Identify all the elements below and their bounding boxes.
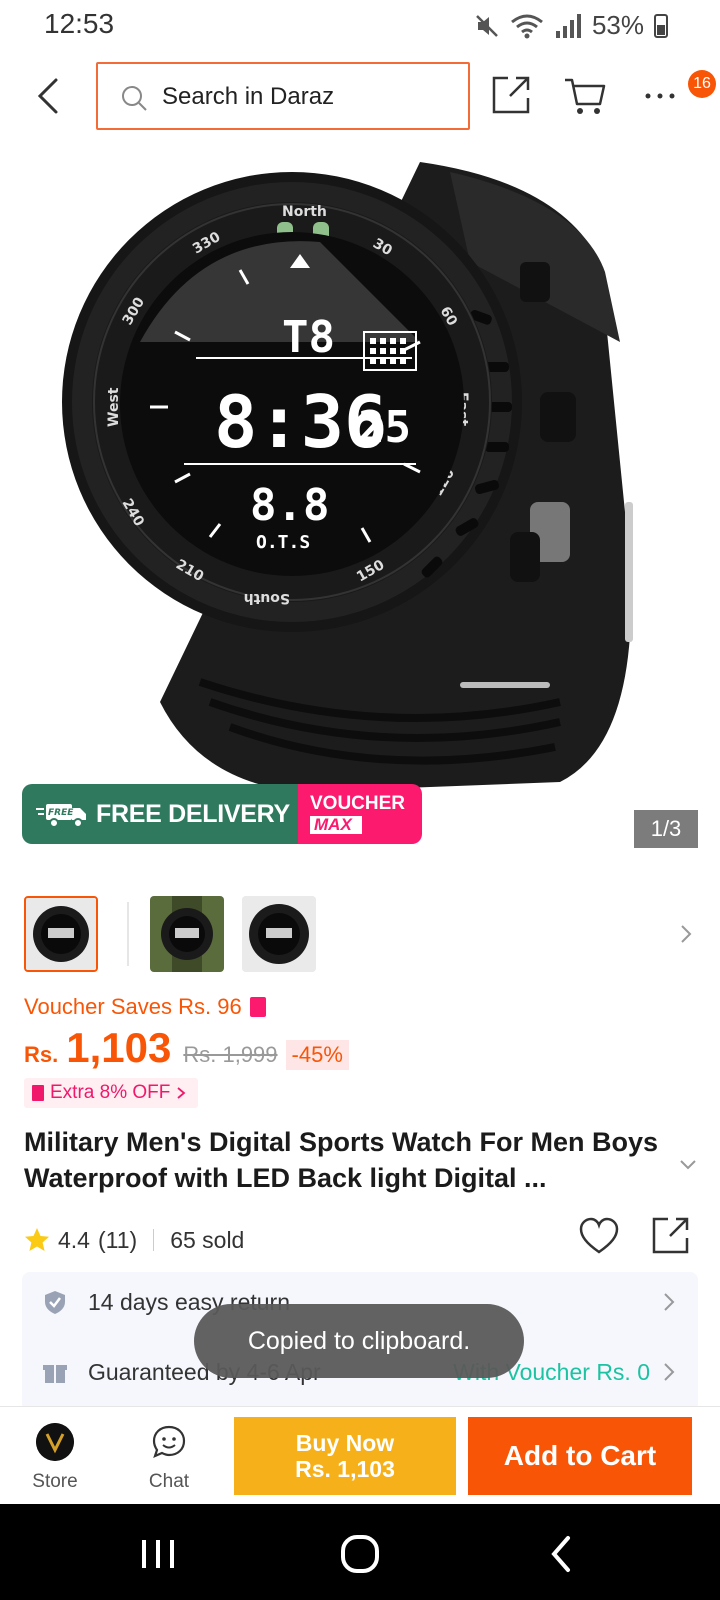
- delivery-truck-icon: FREE: [36, 804, 86, 828]
- sold-count: 65 sold: [170, 1226, 245, 1253]
- svg-text:T8: T8: [282, 312, 335, 363]
- cart-icon[interactable]: [562, 72, 608, 118]
- svg-text:O.T.S: O.T.S: [256, 532, 310, 553]
- price-currency: Rs.: [24, 1042, 59, 1067]
- back-arrow-icon[interactable]: [28, 74, 72, 118]
- system-navigation-bar: [0, 1504, 720, 1600]
- search-icon: [122, 86, 147, 111]
- buy-now-label: Buy Now: [295, 1430, 395, 1456]
- battery-percent: 53%: [591, 10, 644, 40]
- recent-apps-icon[interactable]: [136, 1532, 180, 1576]
- star-icon: [25, 1228, 49, 1251]
- free-badge-text: FREE: [48, 808, 74, 818]
- signal-icon: [555, 13, 581, 38]
- svg-text:South: South: [244, 590, 290, 606]
- chevron-right-icon: [664, 1293, 675, 1311]
- store-button[interactable]: Store: [10, 1419, 100, 1499]
- thumbnail-2[interactable]: [150, 896, 224, 972]
- search-input[interactable]: [162, 74, 452, 120]
- buy-now-button[interactable]: Buy Now Rs. 1,103: [234, 1417, 456, 1495]
- thumbnail-watch-image: [150, 896, 224, 972]
- image-page-indicator: 1/3: [634, 810, 698, 848]
- thumbnail-watch-image: [242, 896, 316, 972]
- store-logo-icon: [36, 1423, 74, 1461]
- share-icon[interactable]: [650, 1214, 692, 1256]
- voucher-tag-icon: [32, 1085, 44, 1101]
- product-watch-image: North 30 60 East 120 150 South 210 240 W…: [62, 162, 633, 792]
- share-icon[interactable]: [488, 72, 534, 118]
- thumbnail-strip: [0, 896, 720, 976]
- wifi-icon: [511, 14, 543, 38]
- battery-icon: [654, 13, 668, 38]
- svg-text:8.8: 8.8: [250, 480, 329, 531]
- chevron-right-icon[interactable]: [676, 920, 696, 948]
- toast-message: Copied to clipboard.: [194, 1304, 524, 1378]
- svg-text:North: North: [282, 204, 327, 220]
- extra-off-chip[interactable]: Extra 8% OFF: [24, 1078, 199, 1108]
- chevron-right-icon: [664, 1363, 675, 1381]
- thumbnail-3[interactable]: [242, 896, 316, 972]
- back-nav-icon[interactable]: [540, 1532, 584, 1576]
- more-options-icon[interactable]: [640, 72, 686, 118]
- home-icon[interactable]: [338, 1532, 382, 1576]
- rating-row[interactable]: 4.4 (11) 65 sold: [24, 1220, 244, 1260]
- chevron-right-icon: [177, 1087, 186, 1099]
- rating-value: 4.4: [58, 1226, 90, 1253]
- voucher-text: VOUCHER: [310, 793, 406, 814]
- discount-badge: -45%: [285, 1040, 349, 1070]
- shield-check-icon: [45, 1291, 65, 1314]
- product-title: Military Men's Digital Sports Watch For …: [24, 1127, 658, 1193]
- price-row: Rs. 1,103 Rs. 1,999 -45%: [24, 1024, 349, 1074]
- voucher-tag-icon: [249, 997, 266, 1017]
- voucher-saves-text: Voucher Saves Rs. 96: [24, 994, 242, 1019]
- status-icons: 53%: [474, 10, 668, 41]
- original-price: Rs. 1,999: [183, 1042, 278, 1067]
- free-delivery-badge: FREE FREE DELIVERY: [22, 784, 298, 844]
- current-price: 1,103: [66, 1024, 172, 1071]
- svg-text:West: West: [106, 387, 122, 427]
- chevron-down-icon[interactable]: [678, 1158, 698, 1172]
- svg-text:25: 25: [358, 402, 411, 453]
- free-delivery-text: FREE DELIVERY: [96, 799, 290, 828]
- rating-divider: [153, 1229, 155, 1251]
- chat-button[interactable]: Chat: [124, 1419, 214, 1499]
- gift-box-icon: [43, 1365, 67, 1383]
- top-bar: [0, 58, 720, 134]
- notification-badge: 16: [688, 70, 716, 98]
- store-label: Store: [32, 1471, 78, 1492]
- chat-icon: [152, 1425, 186, 1458]
- extra-off-text: Extra 8% OFF: [50, 1082, 171, 1103]
- chat-label: Chat: [148, 1471, 190, 1492]
- thumbnail-watch-image: [26, 898, 96, 970]
- voucher-max-badge: VOUCHER MAX: [298, 784, 422, 844]
- voucher-max-text: MAX: [310, 816, 362, 834]
- product-image-gallery[interactable]: North 30 60 East 120 150 South 210 240 W…: [0, 142, 720, 860]
- thumbnail-1[interactable]: [24, 896, 98, 972]
- promo-banner: FREE FREE DELIVERY VOUCHER MAX: [22, 784, 422, 844]
- status-time: 12:53: [44, 8, 115, 39]
- buy-now-price: Rs. 1,103: [295, 1456, 395, 1482]
- wishlist-heart-icon[interactable]: [578, 1216, 620, 1258]
- status-bar: 12:53 53%: [0, 0, 720, 52]
- bottom-action-bar: Store Chat Buy Now Rs. 1,103 Add to Cart: [0, 1406, 720, 1504]
- mute-icon: [476, 14, 498, 37]
- rating-count: (11): [97, 1226, 138, 1253]
- voucher-saves-line: Voucher Saves Rs. 96: [24, 994, 266, 1020]
- add-to-cart-button[interactable]: Add to Cart: [468, 1417, 692, 1495]
- thumbnail-divider: [127, 902, 129, 966]
- search-box[interactable]: [96, 62, 470, 130]
